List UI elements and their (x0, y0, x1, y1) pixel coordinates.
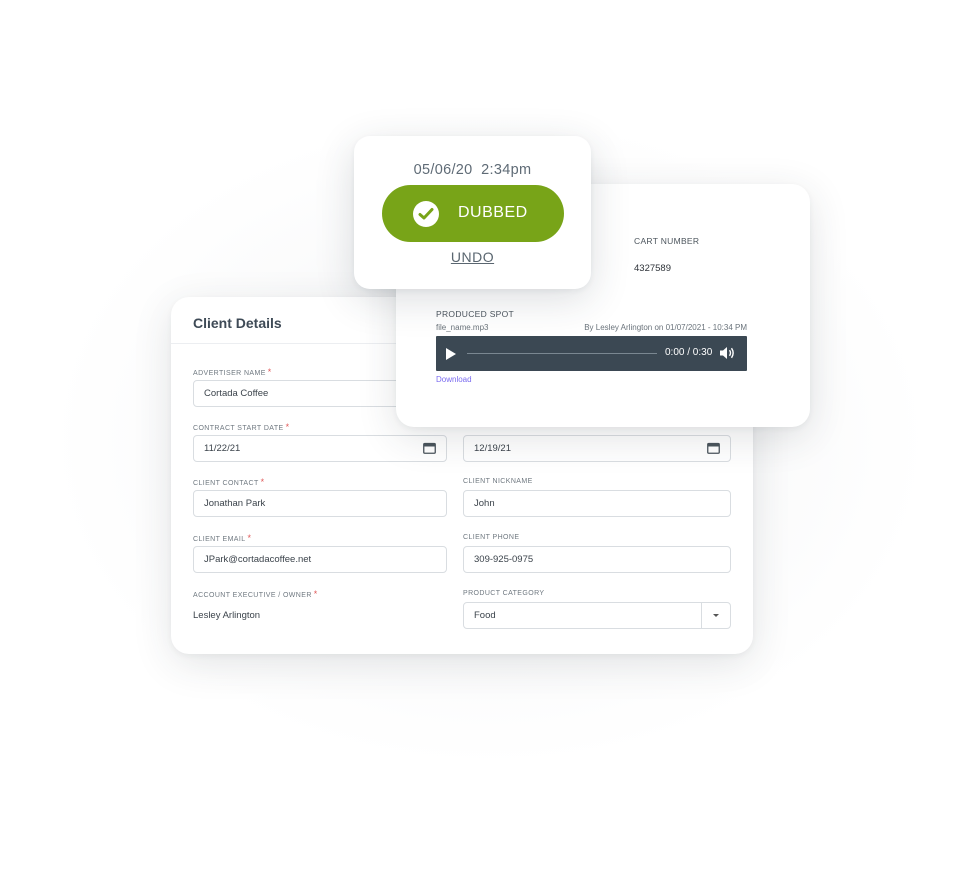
cart-number-label: CART NUMBER (634, 236, 700, 246)
contract-end-value: 12/19/21 (474, 443, 511, 454)
advertiser-name-label-text: ADVERTISER NAME (193, 370, 266, 377)
produced-spot-label: PRODUCED SPOT (436, 309, 515, 319)
client-email-label-text: CLIENT EMAIL (193, 536, 246, 543)
advertiser-name-label: ADVERTISER NAME * (193, 367, 272, 377)
client-email-label: CLIENT EMAIL * (193, 533, 251, 543)
client-phone-value: 309-925-0975 (474, 554, 534, 565)
undo-link[interactable]: UNDO (354, 249, 591, 265)
required-mark: * (267, 367, 272, 377)
client-nickname-label-text: CLIENT NICKNAME (463, 478, 533, 485)
required-mark: * (285, 422, 290, 432)
client-email-value: JPark@cortadacoffee.net (204, 554, 312, 565)
volume-icon[interactable] (719, 346, 735, 360)
client-email-input[interactable]: JPark@cortadacoffee.net (193, 546, 447, 573)
play-icon[interactable] (446, 348, 456, 360)
cart-number-value: 4327589 (634, 263, 671, 274)
file-name: file_name.mp3 (436, 323, 489, 332)
advertiser-name-value: Cortada Coffee (204, 388, 269, 399)
seek-bar[interactable] (467, 353, 657, 354)
client-contact-input[interactable]: Jonathan Park (193, 490, 447, 517)
chevron-down-icon[interactable] (701, 603, 730, 628)
contract-end-input[interactable]: 12/19/21 (463, 435, 731, 462)
account-executive-value: Lesley Arlington (193, 610, 261, 621)
contract-start-value: 11/22/21 (204, 443, 241, 454)
dubbed-status-button[interactable]: DUBBED (382, 185, 564, 242)
playback-time: 0:00 / 0:30 (665, 347, 713, 358)
client-nickname-value: John (474, 498, 495, 509)
product-category-label-text: PRODUCT CATEGORY (463, 590, 545, 597)
check-circle-icon (413, 201, 439, 227)
client-details-title: Client Details (193, 315, 282, 331)
client-phone-label: CLIENT PHONE (463, 534, 519, 541)
calendar-icon[interactable] (423, 442, 436, 454)
product-category-label: PRODUCT CATEGORY (463, 590, 544, 597)
required-mark: * (260, 477, 265, 487)
product-category-value: Food (474, 610, 496, 621)
client-contact-value: Jonathan Park (204, 498, 266, 509)
calendar-icon[interactable] (707, 442, 720, 454)
client-contact-label: CLIENT CONTACT * (193, 477, 265, 487)
upload-byline: By Lesley Arlington on 01/07/2021 - 10:3… (584, 323, 747, 332)
client-contact-label-text: CLIENT CONTACT (193, 480, 259, 487)
dub-timestamp: 05/06/20 2:34pm (413, 162, 532, 178)
dubbed-status-label: DUBBED (458, 204, 528, 221)
required-mark: * (313, 589, 318, 599)
audio-player: 0:00 / 0:30 (436, 336, 747, 371)
client-nickname-label: CLIENT NICKNAME (463, 478, 533, 485)
client-phone-label-text: CLIENT PHONE (463, 534, 520, 541)
account-executive-label-text: ACCOUNT EXECUTIVE / OWNER (193, 592, 312, 599)
product-category-select[interactable]: Food (463, 602, 731, 629)
contract-start-label: CONTRACT START DATE * (193, 422, 289, 432)
client-nickname-input[interactable]: John (463, 490, 731, 517)
required-mark: * (247, 533, 252, 543)
account-executive-label: ACCOUNT EXECUTIVE / OWNER * (193, 589, 318, 599)
download-link[interactable]: Download (436, 375, 472, 384)
dubbed-popup: 05/06/20 2:34pm DUBBED UNDO (354, 136, 591, 289)
contract-start-label-text: CONTRACT START DATE (193, 425, 284, 432)
contract-start-input[interactable]: 11/22/21 (193, 435, 447, 462)
client-phone-input[interactable]: 309-925-0975 (463, 546, 731, 573)
